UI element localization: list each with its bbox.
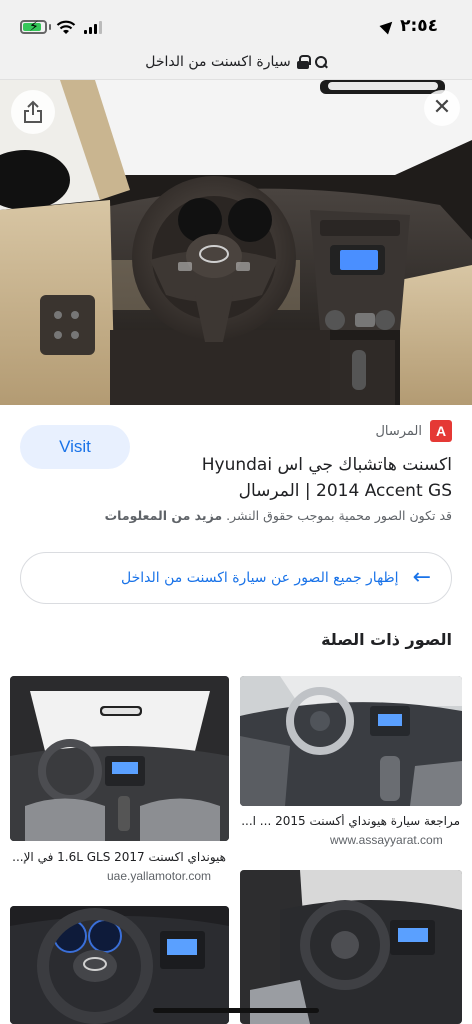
lock-icon <box>296 54 311 69</box>
copyright-notice: قد تكون الصور محمية بموجب حقوق النشر. مز… <box>12 508 452 523</box>
cellular-signal-icon <box>84 21 104 34</box>
status-time: ٢:٥٤ <box>400 16 438 36</box>
copyright-text: قد تكون الصور محمية بموجب حقوق النشر. <box>226 508 452 523</box>
related-image-2-source: uae.yallamotor.com <box>107 869 212 883</box>
battery-cap <box>49 24 51 30</box>
related-image-2[interactable] <box>10 676 229 841</box>
show-all-images-label: إظهار جميع الصور عن سيارة اكسنت من الداخ… <box>121 570 399 586</box>
related-image-4[interactable] <box>10 906 229 1024</box>
source-logo: A <box>430 420 452 442</box>
related-image-3[interactable] <box>240 870 462 1024</box>
location-arrow-icon <box>379 17 397 35</box>
related-image-2-title[interactable]: هيونداي اكسنت 1.6L GLS 2017 في الإ... <box>12 850 226 864</box>
hero-image[interactable] <box>0 80 472 405</box>
status-bar: ⚡ ٢:٥٤ <box>0 0 472 44</box>
visit-button[interactable]: Visit <box>20 425 130 469</box>
share-icon <box>24 100 42 123</box>
close-icon: ✕ <box>432 95 452 120</box>
home-indicator[interactable] <box>153 1008 319 1013</box>
related-image-1-title[interactable]: مراجعة سيارة هيونداي أكسنت 2015 ... ا... <box>242 814 460 828</box>
share-button[interactable] <box>11 90 55 134</box>
learn-more-link[interactable]: مزيد من المعلومات <box>105 508 222 523</box>
search-icon <box>314 55 327 68</box>
arrow-left-icon: ← <box>412 565 431 590</box>
source-row[interactable]: A المرسال <box>375 420 452 442</box>
result-title[interactable]: اكسنت هاتشباك جي اس Hyundai 2014 Accent … <box>162 452 452 504</box>
show-all-images-button[interactable]: إظهار جميع الصور عن سيارة اكسنت من الداخ… <box>20 552 452 604</box>
related-images-heading: الصور ذات الصلة <box>321 630 452 649</box>
related-image-1-source: www.assayyarat.com <box>330 833 443 847</box>
address-bar[interactable]: سيارة اكسنت من الداخل <box>0 44 472 80</box>
close-button[interactable]: ✕ <box>424 90 460 126</box>
related-image-1[interactable] <box>240 676 462 806</box>
wifi-icon <box>56 20 76 34</box>
source-name: المرسال <box>375 423 422 439</box>
charging-icon: ⚡ <box>29 19 39 35</box>
battery-icon: ⚡ <box>20 19 47 35</box>
address-bar-query: سيارة اكسنت من الداخل <box>145 53 291 70</box>
